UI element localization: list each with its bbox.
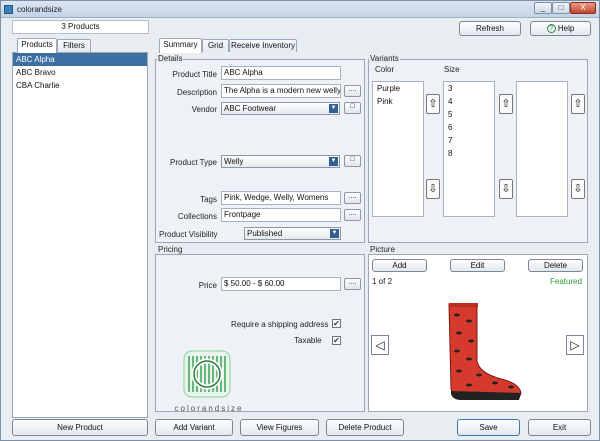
tab-products[interactable]: Products	[17, 38, 57, 53]
add-picture-button[interactable]: Add	[372, 259, 427, 272]
list-item[interactable]: 5	[444, 108, 494, 121]
delete-picture-button[interactable]: Delete	[528, 259, 583, 272]
size-list: 3 4 5 6 7 8	[443, 81, 495, 217]
edit-picture-button[interactable]: Edit	[450, 259, 505, 272]
product-title-field[interactable]: ABC Alpha	[221, 66, 341, 80]
tags-more-button[interactable]: ....	[344, 192, 361, 204]
square-icon: □	[350, 103, 355, 110]
visibility-value: Published	[247, 229, 283, 238]
vendor-select[interactable]: ABC Footwear ▼	[221, 102, 340, 115]
featured-label: Featured	[550, 277, 583, 286]
app-icon	[4, 5, 13, 14]
product-type-label: Product Type	[170, 158, 217, 167]
logo-mark-icon	[183, 350, 231, 398]
list-item[interactable]: Purple	[373, 82, 423, 95]
tab-filters[interactable]: Filters	[57, 39, 91, 52]
picture-counter: 1 of 2	[372, 277, 393, 286]
color-list: Purple Pink	[372, 81, 424, 217]
vendor-value: ABC Footwear	[224, 104, 277, 113]
list-item[interactable]: ABC Alpha	[13, 53, 147, 66]
arrow-down-icon[interactable]: ⇩	[571, 179, 585, 199]
add-variant-button[interactable]: Add Variant	[155, 419, 233, 436]
list-item[interactable]: CBA Charlie	[13, 79, 147, 92]
vendor-label: Vendor	[191, 105, 217, 114]
tab-receive-inventory[interactable]: Receive Inventory	[229, 39, 297, 52]
vendor-new-button[interactable]: □	[344, 102, 361, 114]
refresh-button[interactable]: Refresh	[459, 21, 521, 36]
arrow-down-icon[interactable]: ⇩	[499, 179, 513, 199]
list-item[interactable]: 4	[444, 95, 494, 108]
list-item[interactable]: 8	[444, 147, 494, 160]
description-more-button[interactable]: ....	[344, 85, 361, 97]
price-label: Price	[198, 281, 217, 290]
pricing-heading: Pricing	[157, 245, 184, 254]
check-icon: ✔	[333, 319, 340, 328]
description-field[interactable]: The Alpha is a modern new welly c	[221, 84, 341, 98]
list-item[interactable]: Pink	[373, 95, 423, 108]
boot-image	[448, 303, 522, 400]
arrow-down-icon[interactable]: ⇩	[426, 179, 440, 199]
product-list: ABC Alpha ABC Bravo CBA Charlie	[12, 52, 148, 418]
tags-field[interactable]: Pink, Wedge, Welly, Womens	[221, 191, 341, 205]
arrow-up-icon[interactable]: ⇧	[499, 94, 513, 114]
variants-heading: Variants	[369, 54, 400, 63]
next-arrow-icon[interactable]: ▷	[566, 335, 584, 355]
help-button[interactable]: ? Help	[530, 21, 591, 36]
price-field[interactable]: $ 50.00 - $ 60.00	[221, 277, 341, 291]
app-window: colorandsize _ □ X 3 Products Refresh ? …	[0, 0, 600, 441]
variant-extra-list	[516, 81, 568, 217]
collections-more-button[interactable]: ....	[344, 209, 361, 221]
view-figures-button[interactable]: View Figures	[240, 419, 319, 436]
logo: colorandsize	[164, 348, 254, 413]
new-product-button[interactable]: New Product	[12, 419, 148, 436]
product-type-select[interactable]: Welly ▼	[221, 155, 340, 168]
details-heading: Details	[157, 54, 184, 63]
close-button[interactable]: X	[570, 2, 596, 14]
tags-label: Tags	[200, 195, 217, 204]
shipping-label: Require a shipping address	[231, 320, 329, 329]
taxable-checkbox[interactable]: ✔	[332, 336, 341, 345]
tab-grid[interactable]: Grid	[202, 39, 229, 52]
product-title-label: Product Title	[172, 70, 217, 79]
chevron-down-icon: ▼	[329, 104, 338, 113]
maximize-button[interactable]: □	[552, 2, 570, 14]
collections-field[interactable]: Frontpage	[221, 208, 341, 222]
chevron-down-icon: ▼	[329, 157, 338, 166]
picture-heading: Picture	[369, 245, 396, 254]
color-header: Color	[375, 65, 395, 74]
product-count: 3 Products	[12, 20, 149, 34]
visibility-select[interactable]: Published ▼	[244, 227, 341, 240]
previous-arrow-icon[interactable]: ◁	[371, 335, 389, 355]
title-bar: colorandsize _ □ X	[1, 1, 599, 18]
size-header: Size	[444, 65, 460, 74]
visibility-label: Product Visibility	[159, 230, 218, 239]
arrow-up-icon[interactable]: ⇧	[426, 94, 440, 114]
exit-button[interactable]: Exit	[528, 419, 591, 436]
arrow-up-icon[interactable]: ⇧	[571, 94, 585, 114]
save-button[interactable]: Save	[457, 419, 520, 436]
list-item[interactable]: ABC Bravo	[13, 66, 147, 79]
shipping-checkbox[interactable]: ✔	[332, 319, 341, 328]
product-type-new-button[interactable]: □	[344, 155, 361, 167]
square-icon: □	[350, 156, 355, 163]
description-label: Description	[176, 88, 217, 97]
tab-summary[interactable]: Summary	[159, 38, 202, 53]
minimize-button[interactable]: _	[534, 2, 552, 14]
delete-product-button[interactable]: Delete Product	[326, 419, 404, 436]
list-item[interactable]: 3	[444, 82, 494, 95]
taxable-label: Taxable	[294, 336, 322, 345]
list-item[interactable]: 7	[444, 134, 494, 147]
help-label: Help	[557, 24, 575, 33]
list-item[interactable]: 6	[444, 121, 494, 134]
price-more-button[interactable]: ....	[344, 278, 361, 290]
product-type-value: Welly	[224, 157, 244, 166]
help-icon: ?	[546, 24, 556, 34]
chevron-down-icon: ▼	[330, 229, 339, 238]
window-title: colorandsize	[17, 5, 62, 14]
collections-label: Collections	[177, 212, 217, 221]
logo-text: colorandsize	[174, 404, 244, 413]
check-icon: ✔	[333, 336, 340, 345]
